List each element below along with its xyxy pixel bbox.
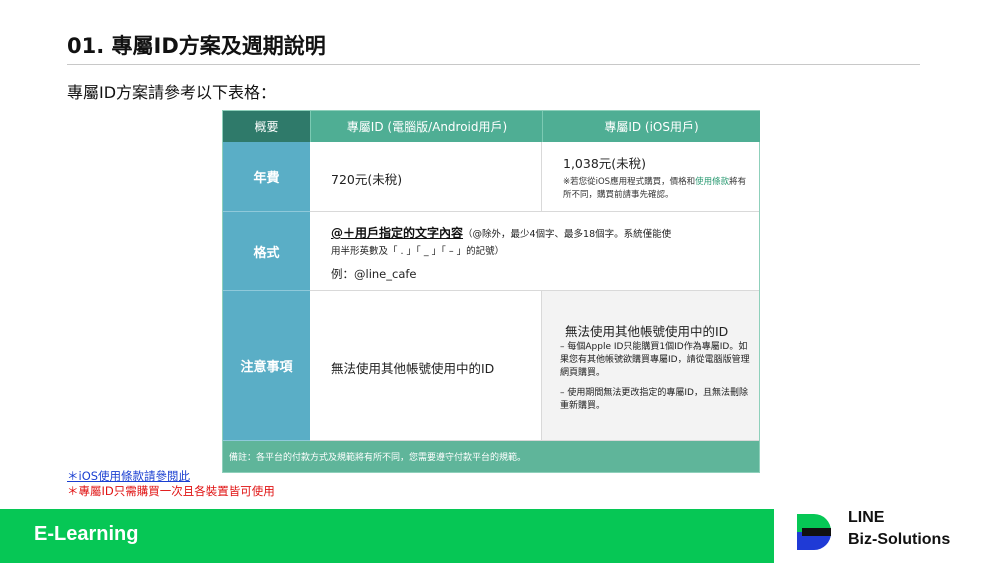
page-title: 01. 專屬ID方案及週期說明 bbox=[67, 34, 326, 58]
format-rule: @＋用戶指定的文字內容（@除外，最少4個字、最多18個字。系統僅能使 bbox=[331, 224, 671, 241]
terms-of-use-link[interactable]: 使用條款 bbox=[695, 177, 729, 187]
format-cell: @＋用戶指定的文字內容（@除外，最少4個字、最多18個字。系統僅能使 用半形英數… bbox=[310, 212, 759, 291]
table-footnote: 備註：各平台的付款方式及規範將有所不同，您需要遵守付款平台的規範。 bbox=[223, 441, 759, 472]
plan-table: 概要 專屬ID (電腦版/Android用戶) 專屬ID (iOS用戶) 年費 … bbox=[222, 110, 760, 473]
notes-ios-bullet-2: – 使用期間無法更改指定的專屬ID，且無法刪除重新購買。 bbox=[560, 388, 748, 411]
notes-ios-title: 無法使用其他帳號使用中的ID bbox=[565, 324, 729, 339]
fee-ios-value: 1,038元(未稅) bbox=[563, 156, 647, 171]
format-rule-rest: （@除外，最少4個字、最多18個字。系統僅能使 bbox=[463, 229, 672, 240]
header-ios: 專屬ID (iOS用戶) bbox=[542, 111, 760, 142]
row-label-format: 格式 bbox=[223, 212, 310, 291]
fee-ios-note-a: ※若您從iOS應用程式購買，價格和 bbox=[563, 177, 696, 187]
notes-desktop-text: 無法使用其他帳號使用中的ID bbox=[331, 361, 495, 376]
intro-text: 專屬ID方案請參考以下表格： bbox=[67, 83, 277, 102]
notes-ios-bullet-1: – 每個Apple ID只能購買1個ID作為專屬ID。如果您有其他帳號欲購買專屬… bbox=[560, 342, 750, 378]
fee-ios-note: ※若您從iOS應用程式購買，價格和使用條款將有所不同，購買前請事先確認。 bbox=[563, 176, 753, 202]
header-desktop-android: 專屬ID (電腦版/Android用戶) bbox=[310, 111, 543, 142]
format-rule-line2: 用半形英數及「 . 」「 _ 」「 – 」的記號） bbox=[331, 246, 505, 257]
format-rule-bold: @＋用戶指定的文字內容 bbox=[331, 226, 464, 240]
line-biz-logo-icon bbox=[797, 514, 831, 550]
notes-ios-cell: 無法使用其他帳號使用中的ID – 每個Apple ID只能購買1個ID作為專屬I… bbox=[542, 291, 759, 441]
ios-terms-link[interactable]: ＊iOS使用條款請參閱此 bbox=[67, 468, 190, 484]
purchase-once-note: ＊專屬ID只需購買一次且各裝置皆可使用 bbox=[67, 484, 275, 498]
footer-label: E-Learning bbox=[34, 523, 139, 545]
brand-biz-solutions: Biz-Solutions bbox=[848, 531, 951, 548]
brand-line: LINE bbox=[848, 509, 885, 526]
row-label-notes: 注意事項 bbox=[223, 291, 310, 441]
format-example: 例：@line_cafe bbox=[331, 267, 417, 281]
fee-desktop-cell: 720元(未稅) bbox=[310, 142, 542, 212]
fee-desktop-value: 720元(未稅) bbox=[331, 172, 403, 187]
notes-desktop-cell: 無法使用其他帳號使用中的ID bbox=[310, 291, 542, 441]
header-summary: 概要 bbox=[223, 111, 310, 142]
fee-ios-cell: 1,038元(未稅) ※若您從iOS應用程式購買，價格和使用條款將有所不同，購買… bbox=[542, 142, 759, 212]
row-label-fee: 年費 bbox=[223, 142, 310, 212]
title-divider bbox=[67, 64, 920, 65]
